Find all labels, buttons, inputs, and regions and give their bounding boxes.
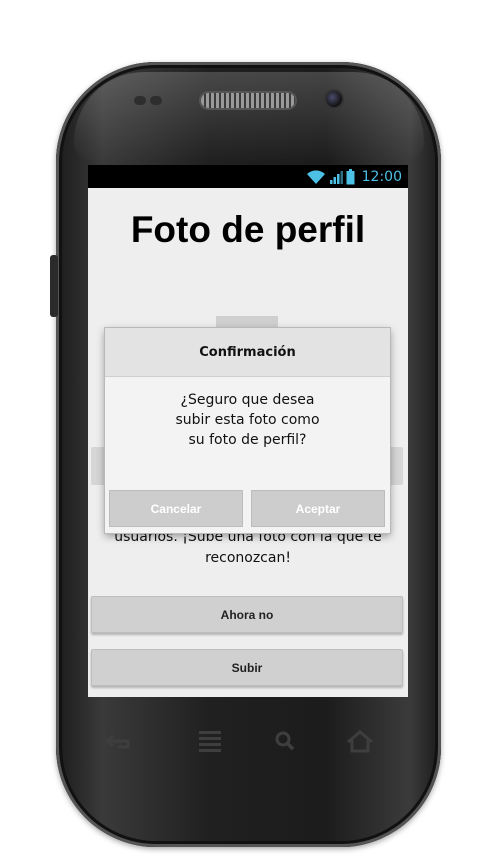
dialog-message-line: su foto de perfil? [188, 432, 307, 448]
home-icon[interactable] [343, 728, 377, 754]
description-line: reconozcan! [205, 550, 291, 566]
dialog-message-line: subir esta foto como [175, 412, 320, 428]
search-icon[interactable] [268, 728, 302, 754]
front-camera-icon [326, 91, 342, 107]
wifi-icon [306, 169, 325, 184]
dialog-message-line: ¿Seguro que desea [180, 392, 315, 408]
dialog-title: Confirmación [105, 328, 390, 377]
proximity-sensor-icon [134, 96, 146, 105]
confirmation-dialog: Confirmación ¿Seguro que desea subir est… [105, 328, 390, 533]
background-button-edge-right [389, 447, 403, 485]
speaker-grille [201, 93, 295, 108]
status-icons: 12:00 [306, 167, 402, 186]
page-title: Foto de perfil [130, 209, 366, 250]
upload-button[interactable]: Subir [91, 649, 403, 686]
phone-gloss [74, 72, 424, 162]
not-now-button[interactable]: Ahora no [91, 596, 403, 633]
status-bar: 12:00 [88, 165, 408, 188]
status-time: 12:00 [361, 168, 402, 185]
phone-screen: 12:00 Foto de perfil usuarios. ¡Sube una… [88, 165, 408, 697]
profile-description: usuarios. ¡Sube una foto con la que te r… [108, 527, 388, 569]
light-sensor-icon [150, 96, 162, 105]
cancel-button[interactable]: Cancelar [109, 490, 243, 527]
dialog-message: ¿Seguro que desea subir esta foto como s… [115, 390, 380, 450]
back-icon[interactable] [102, 728, 136, 754]
volume-button [50, 255, 58, 317]
menu-icon[interactable] [193, 728, 227, 754]
battery-icon [346, 168, 355, 184]
nav-bar [88, 718, 408, 764]
accept-button[interactable]: Aceptar [251, 490, 385, 527]
signal-icon [329, 170, 343, 184]
